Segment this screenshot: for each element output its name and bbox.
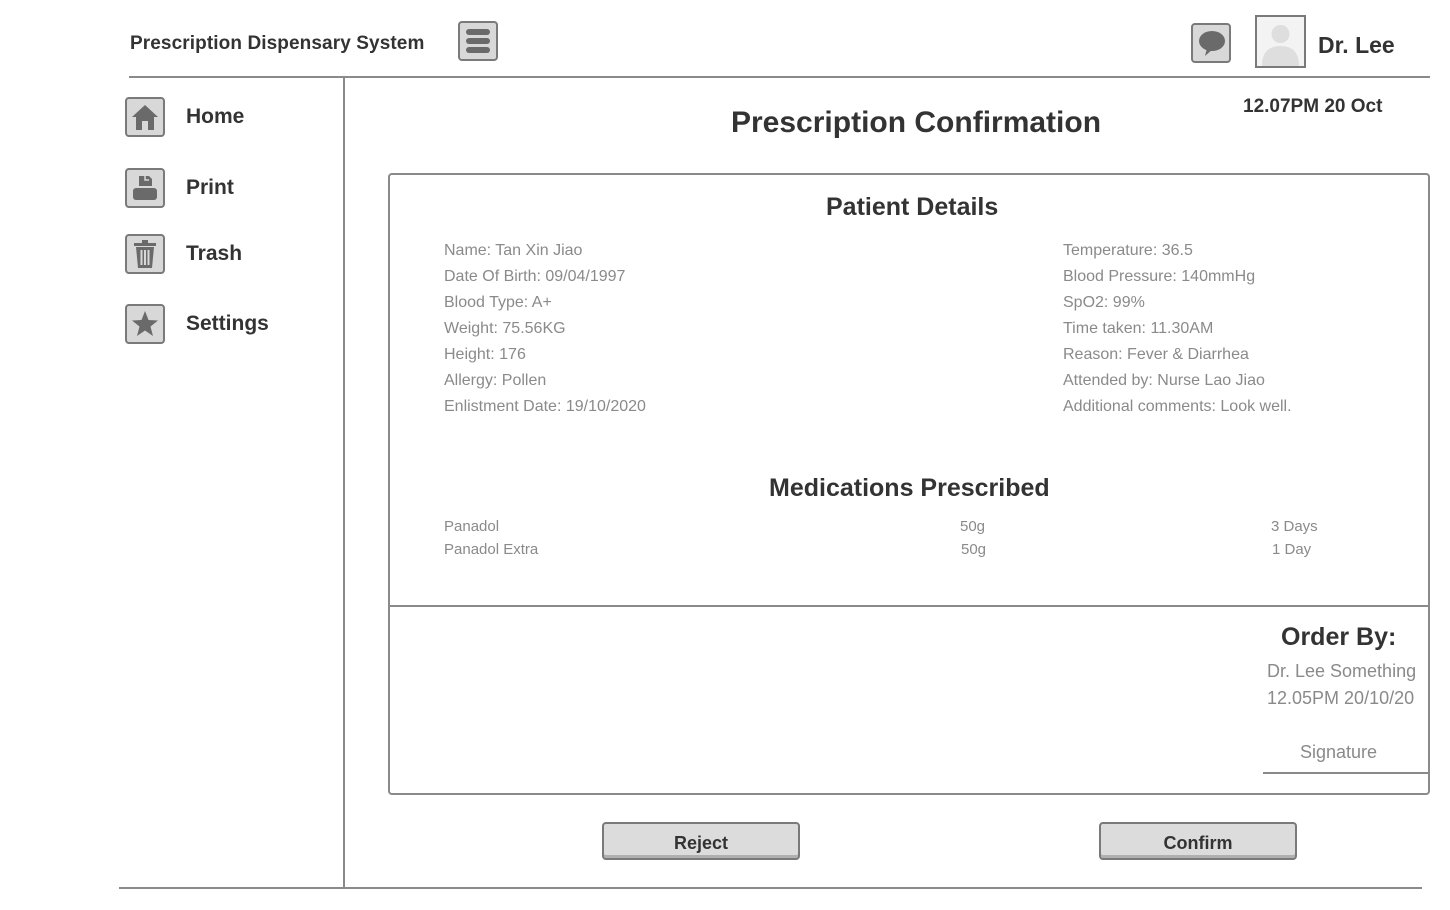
current-time: 12.07PM 20 Oct	[1243, 96, 1383, 117]
header-divider	[129, 76, 1430, 78]
patient-temperature: Temperature: 36.5	[1063, 242, 1193, 259]
sidebar-item-print[interactable]: Print	[125, 168, 234, 208]
app-title: Prescription Dispensary System	[130, 33, 425, 54]
sidebar-item-label: Trash	[186, 242, 243, 265]
sidebar-item-settings[interactable]: Settings	[125, 304, 269, 344]
patient-reason: Reason: Fever & Diarrhea	[1063, 346, 1249, 363]
patient-info-column: Name: Tan Xin Jiao Date Of Birth: 09/04/…	[444, 241, 646, 423]
user-avatar-icon	[1262, 25, 1299, 66]
medications-heading: Medications Prescribed	[769, 474, 1050, 502]
card-divider	[390, 605, 1428, 607]
chat-bubble-icon	[1199, 31, 1225, 56]
signature-line[interactable]	[1263, 772, 1429, 774]
footer-divider	[119, 887, 1422, 889]
sidebar-item-label: Print	[186, 176, 234, 199]
star-icon	[125, 304, 165, 344]
sidebar-item-label: Home	[186, 105, 245, 128]
patient-additional-comments: Additional comments: Look well.	[1063, 398, 1292, 415]
printer-icon	[125, 168, 165, 208]
patient-details-heading: Patient Details	[826, 193, 999, 221]
user-avatar[interactable]	[1255, 15, 1306, 68]
medication-row: Panadol Extra 50g 1 Day	[390, 541, 1428, 563]
patient-spo2: SpO2: 99%	[1063, 294, 1145, 311]
patient-allergy: Allergy: Pollen	[444, 372, 547, 389]
order-doctor: Dr. Lee Something	[1267, 661, 1417, 681]
medication-row: Panadol 50g 3 Days	[390, 518, 1428, 540]
patient-enlistment-date: Enlistment Date: 19/10/2020	[444, 398, 646, 415]
reject-button[interactable]: Reject	[602, 822, 800, 860]
page-title: Prescription Confirmation	[731, 106, 1102, 139]
patient-attended-by: Attended by: Nurse Lao Jiao	[1063, 372, 1265, 389]
sidebar-divider	[343, 78, 345, 889]
medication-dose: 50g	[961, 541, 987, 558]
medication-duration: 3 Days	[1271, 518, 1318, 535]
trash-can-icon	[125, 234, 165, 274]
confirm-button[interactable]: Confirm	[1099, 822, 1297, 860]
patient-name: Name: Tan Xin Jiao	[444, 242, 583, 259]
house-icon	[125, 97, 165, 137]
signature-label: Signature	[1300, 742, 1378, 762]
medication-name: Panadol	[444, 518, 500, 535]
patient-vitals-column: Temperature: 36.5 Blood Pressure: 140mmH…	[1063, 241, 1292, 423]
patient-dob: Date Of Birth: 09/04/1997	[444, 268, 626, 285]
sidebar-item-label: Settings	[186, 312, 269, 335]
sidebar-item-trash[interactable]: Trash	[125, 234, 242, 274]
patient-blood-type: Blood Type: A+	[444, 294, 552, 311]
menu-button[interactable]	[458, 21, 498, 61]
user-name: Dr. Lee	[1318, 32, 1395, 58]
patient-weight: Weight: 75.56KG	[444, 320, 566, 337]
patient-height: Height: 176	[444, 346, 526, 363]
prescription-card: Patient Details Name: Tan Xin Jiao Date …	[388, 173, 1430, 795]
sidebar-item-home[interactable]: Home	[125, 97, 244, 137]
medication-duration: 1 Day	[1272, 541, 1312, 558]
medication-name: Panadol Extra	[444, 541, 539, 558]
patient-time-taken: Time taken: 11.30AM	[1063, 320, 1214, 337]
chat-button[interactable]	[1191, 23, 1231, 63]
order-by-label: Order By:	[1281, 623, 1397, 651]
patient-blood-pressure: Blood Pressure: 140mmHg	[1063, 268, 1256, 285]
medication-dose: 50g	[960, 518, 986, 535]
order-timestamp: 12.05PM 20/10/20	[1267, 688, 1415, 708]
